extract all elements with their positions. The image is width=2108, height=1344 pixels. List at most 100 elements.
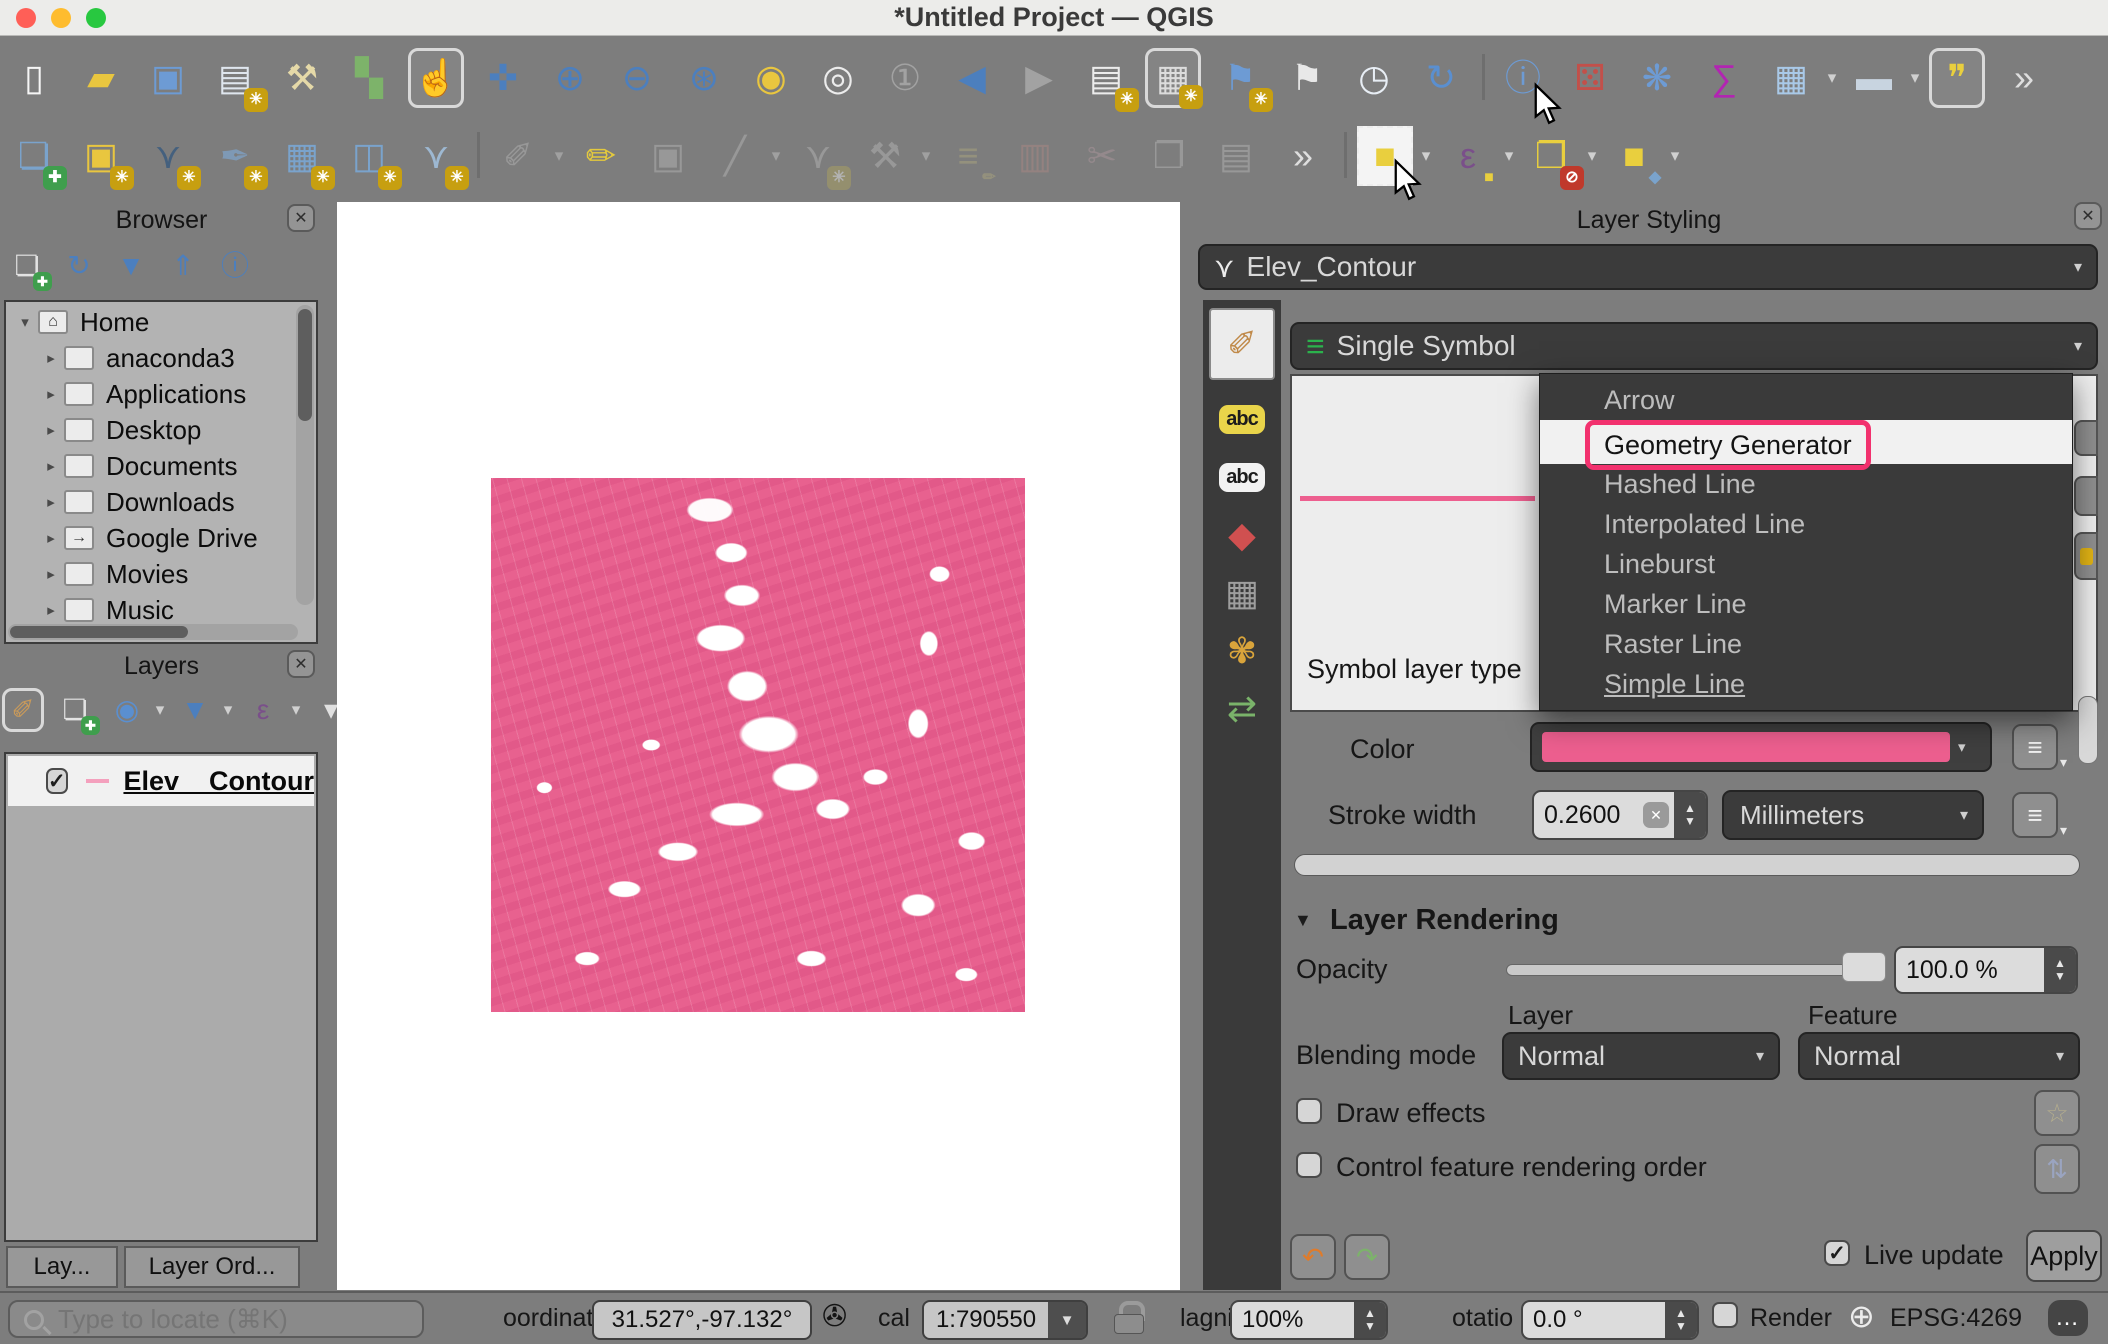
select-by-form-button[interactable]: ■◆ (1606, 126, 1662, 186)
scale-lock-icon[interactable] (1114, 1301, 1142, 1333)
add-line-feature-button[interactable]: ╱ (707, 126, 763, 186)
feature-blend-combo[interactable]: Normal (1798, 1032, 2080, 1080)
zoom-to-selection-button[interactable]: ◉ (743, 48, 799, 108)
menu-item-simple-line[interactable]: Simple Line (1540, 664, 2072, 704)
zoom-window-button[interactable] (86, 8, 106, 28)
save-layer-edits-button[interactable]: ▣ (640, 126, 696, 186)
new-shapefile-layer-button[interactable]: ⋎✳ (140, 126, 196, 186)
attribute-table-dropdown[interactable] (1824, 68, 1840, 88)
add-group-button[interactable]: ❏✚ (54, 688, 96, 732)
layer-styling-close-icon[interactable] (2074, 202, 2102, 230)
browser-horizontal-scrollbar[interactable] (8, 624, 298, 640)
symbol-tree-scrollbar[interactable] (2078, 696, 2098, 764)
menu-item-hashed-line[interactable]: Hashed Line (1540, 464, 2072, 504)
select-features-by-area-button[interactable]: ■ (1357, 126, 1413, 186)
add-selected-layers-button[interactable]: ❏✚ (6, 244, 48, 288)
new-temporary-scratch-layer-button[interactable]: ⋎✳ (408, 126, 464, 186)
new-spatialite-layer-button[interactable]: ✒✳ (207, 126, 263, 186)
browser-item-anaconda3[interactable]: ▸anaconda3 (6, 340, 316, 376)
filter-by-expression-button[interactable]: ε (242, 688, 284, 732)
menu-item-arrow[interactable]: Arrow (1540, 380, 2072, 420)
scale-combo[interactable]: 1:790550 ▼ (922, 1300, 1088, 1340)
select-features-by-expression-button[interactable]: ε■ (1440, 126, 1496, 186)
temporal-controller-button[interactable]: ◷ (1346, 48, 1402, 108)
expander-icon[interactable]: ▾ (12, 313, 38, 331)
locate-input[interactable] (58, 1304, 418, 1334)
menu-item-raster-line[interactable]: Raster Line (1540, 624, 2072, 664)
3d-view-tab[interactable]: ◆ (1212, 506, 1272, 564)
zoom-in-button[interactable]: ⊕ (542, 48, 598, 108)
rotation-spinbox[interactable]: 0.0 ° (1521, 1300, 1699, 1340)
expander-icon[interactable]: ▸ (38, 601, 64, 619)
pan-to-selection-button[interactable]: ✜ (475, 48, 531, 108)
attribute-table-button[interactable]: ▦ (1763, 48, 1819, 108)
options-button[interactable]: ❋ (1629, 48, 1685, 108)
rendering-order-options-button[interactable]: ⇅ (2034, 1144, 2080, 1194)
layer-item-elev-contour[interactable]: Elev__Contour (8, 756, 314, 806)
style-history-tab[interactable]: ✾ (1212, 622, 1272, 680)
delete-selected-button[interactable]: ▥ (1007, 126, 1063, 186)
deselect-features-dropdown[interactable] (1584, 146, 1600, 166)
rotation-stepper[interactable] (1665, 1302, 1697, 1338)
layers-close-icon[interactable] (287, 650, 315, 678)
data-source-manager-button[interactable]: ❏✚ (6, 126, 62, 186)
map-tips-button[interactable]: ❞ (1929, 48, 1985, 108)
toggle-editing-button[interactable]: ✏ (573, 126, 629, 186)
current-edits-dropdown[interactable] (551, 146, 567, 166)
select-features-by-value-button[interactable]: ⚄ (1562, 48, 1618, 108)
project-new-button[interactable]: ▯ (6, 48, 62, 108)
zoom-native-button[interactable]: ① (877, 48, 933, 108)
zoom-last-button[interactable]: ◀ (944, 48, 1000, 108)
clear-value-icon[interactable]: ✕ (1643, 802, 1669, 828)
tab-layers[interactable]: Lay... (6, 1246, 118, 1288)
filter-browser-button[interactable]: ▼ (110, 244, 152, 288)
vertex-tool-button[interactable]: ⚒ (857, 126, 913, 186)
expander-icon[interactable]: ▸ (38, 421, 64, 439)
expander-icon[interactable]: ▸ (38, 349, 64, 367)
new-geopackage-layer-button[interactable]: ▣✳ (73, 126, 129, 186)
coordinate-field[interactable]: 31.527°,-97.132° (592, 1300, 812, 1340)
measure-button[interactable]: ▬ (1846, 48, 1902, 108)
style-manager-button[interactable]: ▚ (341, 48, 397, 108)
layer-visibility-checkbox[interactable] (46, 768, 68, 794)
tab-layer-order[interactable]: Layer Ord... (124, 1246, 300, 1288)
menu-item-geometry-generator[interactable]: Geometry Generator (1540, 420, 2072, 464)
coordinate-extent-toggle-icon[interactable]: ✇ (822, 1299, 847, 1334)
expander-icon[interactable]: ▸ (38, 565, 64, 583)
select-by-form-dropdown[interactable] (1667, 146, 1683, 166)
paste-features-button[interactable]: ▤ (1208, 126, 1264, 186)
zoom-out-button[interactable]: ⊖ (609, 48, 665, 108)
select-features-by-expression-dropdown[interactable] (1501, 146, 1517, 166)
undo-redo-history-tab[interactable]: ⇄ (1212, 680, 1272, 738)
effects-options-button[interactable]: ☆ (2034, 1090, 2080, 1136)
identify-features-button[interactable]: ⓘ (1495, 48, 1551, 108)
browser-item-home[interactable]: ▾⌂Home (6, 304, 316, 340)
color-picker-button[interactable]: ▾ (1530, 722, 1992, 772)
collapse-all-button[interactable]: ⇑ (162, 244, 204, 288)
show-layout-manager-button[interactable]: ⚒ (274, 48, 330, 108)
vertex-tool-dropdown[interactable] (918, 146, 934, 166)
manage-map-themes-dropdown[interactable] (152, 700, 168, 720)
copy-features-button[interactable]: ❐ (1141, 126, 1197, 186)
browser-item-desktop[interactable]: ▸Desktop (6, 412, 316, 448)
render-checkbox[interactable] (1712, 1302, 1738, 1328)
messages-icon[interactable]: … (2048, 1300, 2088, 1336)
add-circular-string-button[interactable]: ⋎✳ (790, 126, 846, 186)
filter-legend-button[interactable]: ▼ (174, 688, 216, 732)
current-edits-button[interactable]: ✐ (490, 126, 546, 186)
layer-blend-combo[interactable]: Normal (1502, 1032, 1780, 1080)
browser-item-movies[interactable]: ▸Movies (6, 556, 316, 592)
new-mesh-layer-button[interactable]: ▦✳ (274, 126, 330, 186)
expander-icon[interactable]: ▸ (38, 529, 64, 547)
symbol-remove-button[interactable] (2074, 476, 2098, 516)
browser-item-documents[interactable]: ▸Documents (6, 448, 316, 484)
stroke-width-spinbox[interactable]: 0.2600 ✕ (1532, 790, 1708, 840)
symbol-area-scrollbar[interactable] (1294, 854, 2080, 876)
expander-icon[interactable]: ▸ (38, 457, 64, 475)
new-map-view-button[interactable]: ▤✳ (1078, 48, 1134, 108)
layer-selector-combo[interactable]: ⋎ Elev_Contour (1198, 244, 2098, 290)
modify-attributes-button[interactable]: ≡✏ (940, 126, 996, 186)
project-open-button[interactable]: ▰ (73, 48, 129, 108)
statistical-summary-button[interactable]: ∑ (1696, 48, 1752, 108)
zoom-to-layer-button[interactable]: ◎ (810, 48, 866, 108)
